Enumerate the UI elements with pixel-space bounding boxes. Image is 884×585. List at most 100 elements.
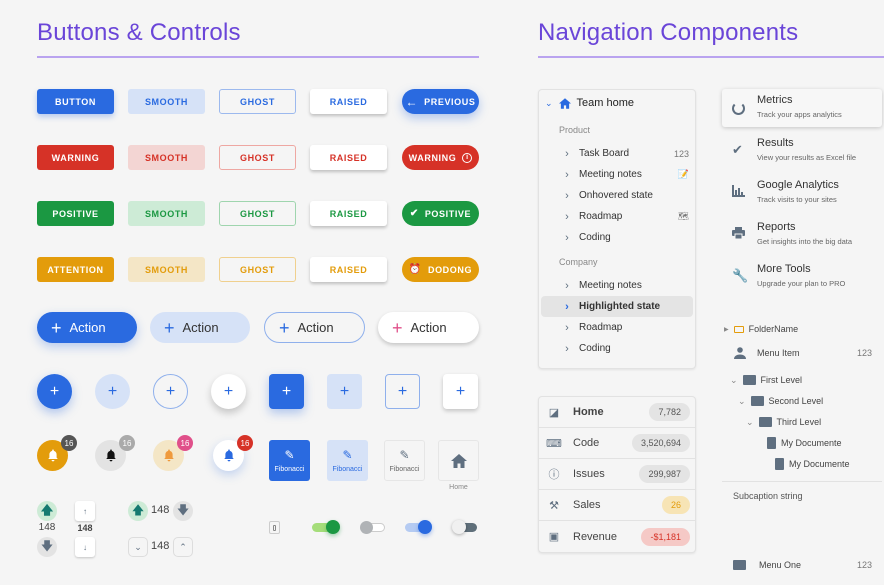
warning-ghost-button[interactable]: GHOST <box>219 145 296 170</box>
tree-second-level[interactable]: ⌄ Second Level <box>738 393 823 409</box>
primary-smooth-button[interactable]: SMOOTH <box>128 89 205 114</box>
menu-item-person[interactable]: Menu Item 123 <box>734 345 872 361</box>
toggle-switch-grey[interactable] <box>360 521 385 534</box>
stat-row-issues[interactable]: ⓘ Issues 299,987 <box>539 459 695 490</box>
decrement-button[interactable]: 🡇 <box>173 501 193 521</box>
action-solid-button[interactable]: + Action <box>37 312 137 343</box>
nav-item-onhovered-state[interactable]: › Onhovered state <box>539 185 695 206</box>
chevron-right-icon: › <box>565 168 569 181</box>
fab-solid-round-button[interactable]: + <box>37 374 72 409</box>
primary-solid-button[interactable]: BUTTON <box>37 89 114 114</box>
menu-item-google-analytics[interactable]: Google Analytics Track visits to your si… <box>722 174 882 212</box>
notification-button[interactable]: 16 <box>95 435 135 471</box>
notification-button[interactable]: 16 <box>37 435 77 471</box>
fab-raised-square-button[interactable]: + <box>443 374 478 409</box>
menu-item-reports[interactable]: Reports Get insights into the big data <box>722 216 882 254</box>
menu-subtitle: Get insights into the big data <box>757 237 853 246</box>
positive-smooth-button[interactable]: SMOOTH <box>128 201 205 226</box>
stat-row-home[interactable]: ◪ Home 7,782 <box>539 397 695 428</box>
increment-button[interactable]: 🡅 <box>37 501 57 521</box>
menu-item-menu-one[interactable]: Menu One 123 <box>733 557 872 573</box>
menu-item-count: 123 <box>856 348 872 358</box>
tree-third-level[interactable]: ⌄ Third Level <box>746 414 821 430</box>
menu-item-more-tools[interactable]: 🔧 More Tools Upgrade your plan to PRO <box>722 258 882 296</box>
fab-raised-round-button[interactable]: + <box>211 374 246 409</box>
warning-pill-button[interactable]: WARNING i <box>402 145 479 170</box>
pencil-icon: ✎ <box>399 448 410 462</box>
keyboard-icon: ⌨ <box>546 437 562 450</box>
fab-smooth-round-button[interactable]: + <box>95 374 130 409</box>
checkbox[interactable] <box>269 521 280 534</box>
dodong-pill-button[interactable]: ⏰ DODONG <box>402 257 479 282</box>
counter-value: 148 <box>151 504 170 516</box>
attention-ghost-button[interactable]: GHOST <box>219 257 296 282</box>
fibonacci-tile-button[interactable]: ✎ Fibonacci <box>327 440 368 481</box>
nav-label: Meeting notes <box>579 280 642 291</box>
folder-item[interactable]: ▶ FolderName <box>724 321 798 337</box>
attention-smooth-button[interactable]: SMOOTH <box>128 257 205 282</box>
tile-label: Fibonacci <box>389 466 420 473</box>
increment-button[interactable]: 🡅 <box>128 501 148 521</box>
stat-row-revenue[interactable]: ▣ Revenue -$1,181 <box>539 521 695 552</box>
tree-first-level[interactable]: ⌄ First Level <box>730 372 802 388</box>
tile-label: Fibonacci <box>332 466 363 473</box>
previous-button[interactable]: ← PREVIOUS <box>402 89 479 114</box>
attention-solid-button[interactable]: ATTENTION <box>37 257 114 282</box>
nav-item-roadmap[interactable]: › Roadmap 🗺 <box>539 206 695 227</box>
previous-label: PREVIOUS <box>424 96 476 107</box>
fab-smooth-square-button[interactable]: + <box>327 374 362 409</box>
increment-button[interactable]: ⌃ <box>173 537 193 557</box>
nav-item-task-board[interactable]: › Task Board 123 <box>539 143 695 164</box>
action-smooth-button[interactable]: + Action <box>150 312 250 343</box>
decrement-button[interactable]: ⌄ <box>128 537 148 557</box>
primary-raised-button[interactable]: RAISED <box>310 89 387 114</box>
primary-ghost-button[interactable]: GHOST <box>219 89 296 114</box>
fab-ghost-square-button[interactable]: + <box>385 374 420 409</box>
toggle-switch-dark[interactable] <box>452 520 477 534</box>
warning-smooth-button[interactable]: SMOOTH <box>128 145 205 170</box>
warning-solid-button[interactable]: WARNING <box>37 145 114 170</box>
nav-item-coding[interactable]: › Coding <box>539 338 695 359</box>
stat-label: Code <box>573 437 600 449</box>
action-ghost-button[interactable]: + Action <box>264 312 365 343</box>
menu-subtitle: Track visits to your sites <box>757 195 837 204</box>
nav-item-meeting-notes[interactable]: › Meeting notes 📝 <box>539 164 695 185</box>
folder-icon <box>742 375 756 385</box>
notification-button[interactable]: 16 <box>153 435 193 471</box>
tree-document[interactable]: My Documente <box>767 435 842 451</box>
fab-ghost-round-button[interactable]: + <box>153 374 188 409</box>
positive-raised-button[interactable]: RAISED <box>310 201 387 226</box>
stat-row-code[interactable]: ⌨ Code 3,520,694 <box>539 428 695 459</box>
nav-label: Coding <box>579 232 611 243</box>
heading-divider <box>37 56 479 58</box>
toggle-switch-green[interactable] <box>312 520 340 534</box>
home-tile-button[interactable] <box>438 440 479 481</box>
fab-solid-square-button[interactable]: + <box>269 374 304 409</box>
notification-count-badge: 16 <box>237 435 253 451</box>
nav-item-roadmap[interactable]: › Roadmap <box>539 317 695 338</box>
decrement-button[interactable]: ↓ <box>75 537 95 557</box>
positive-solid-button[interactable]: POSITIVE <box>37 201 114 226</box>
tree-document[interactable]: My Documente <box>775 456 850 472</box>
attention-raised-button[interactable]: RAISED <box>310 257 387 282</box>
info-icon: i <box>462 152 473 163</box>
fibonacci-tile-button[interactable]: ✎ Fibonacci <box>384 440 425 481</box>
stat-row-sales[interactable]: ⚒ Sales 26 <box>539 490 695 521</box>
positive-ghost-button[interactable]: GHOST <box>219 201 296 226</box>
increment-button[interactable]: ↑ <box>75 501 95 521</box>
positive-pill-button[interactable]: ✔ POSITIVE <box>402 201 479 226</box>
fibonacci-tile-button[interactable]: ✎ Fibonacci <box>269 440 310 481</box>
folder-icon <box>758 417 772 427</box>
menu-item-metrics[interactable]: Metrics Track your apps analytics <box>722 89 882 127</box>
arrow-down-icon: 🡇 <box>176 502 190 517</box>
notification-button[interactable]: 16 <box>213 435 253 471</box>
team-home-item[interactable]: ⌄ Team home <box>545 97 634 109</box>
menu-item-results[interactable]: ✔ Results View your results as Excel fil… <box>722 132 882 170</box>
action-raised-button[interactable]: + Action <box>378 312 479 343</box>
decrement-button[interactable]: 🡇 <box>37 537 57 557</box>
nav-item-coding[interactable]: › Coding <box>539 227 695 248</box>
nav-item-highlighted-state[interactable]: › Highlighted state <box>541 296 693 317</box>
nav-item-meeting-notes[interactable]: › Meeting notes <box>539 275 695 296</box>
toggle-switch-blue[interactable] <box>405 520 432 534</box>
warning-raised-button[interactable]: RAISED <box>310 145 387 170</box>
